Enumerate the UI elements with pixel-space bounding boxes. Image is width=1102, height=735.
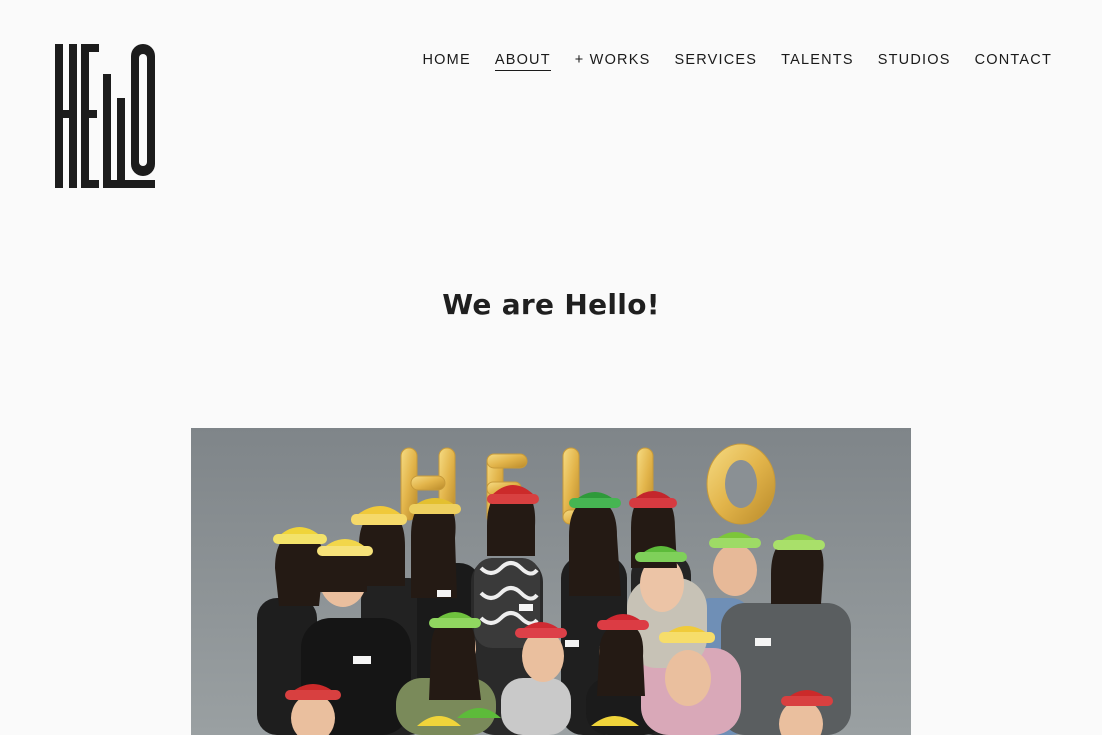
- nav-about-link[interactable]: ABOUT: [494, 52, 551, 71]
- nav-talents-link[interactable]: TALENTS: [781, 52, 854, 71]
- nav-studios-link[interactable]: STUDIOS: [878, 52, 951, 71]
- team-photo: [191, 428, 911, 735]
- hello-logo[interactable]: [55, 44, 155, 188]
- page-title: We are Hello!: [442, 288, 660, 321]
- nav-home-link[interactable]: HOME: [423, 52, 471, 71]
- main-nav: HOME ABOUT + WORKS SERVICES TALENTS STUD…: [399, 52, 1052, 71]
- nav-services-link[interactable]: SERVICES: [674, 52, 757, 71]
- nav-contact-link[interactable]: CONTACT: [975, 52, 1052, 71]
- nav-works-link[interactable]: + WORKS: [575, 52, 651, 71]
